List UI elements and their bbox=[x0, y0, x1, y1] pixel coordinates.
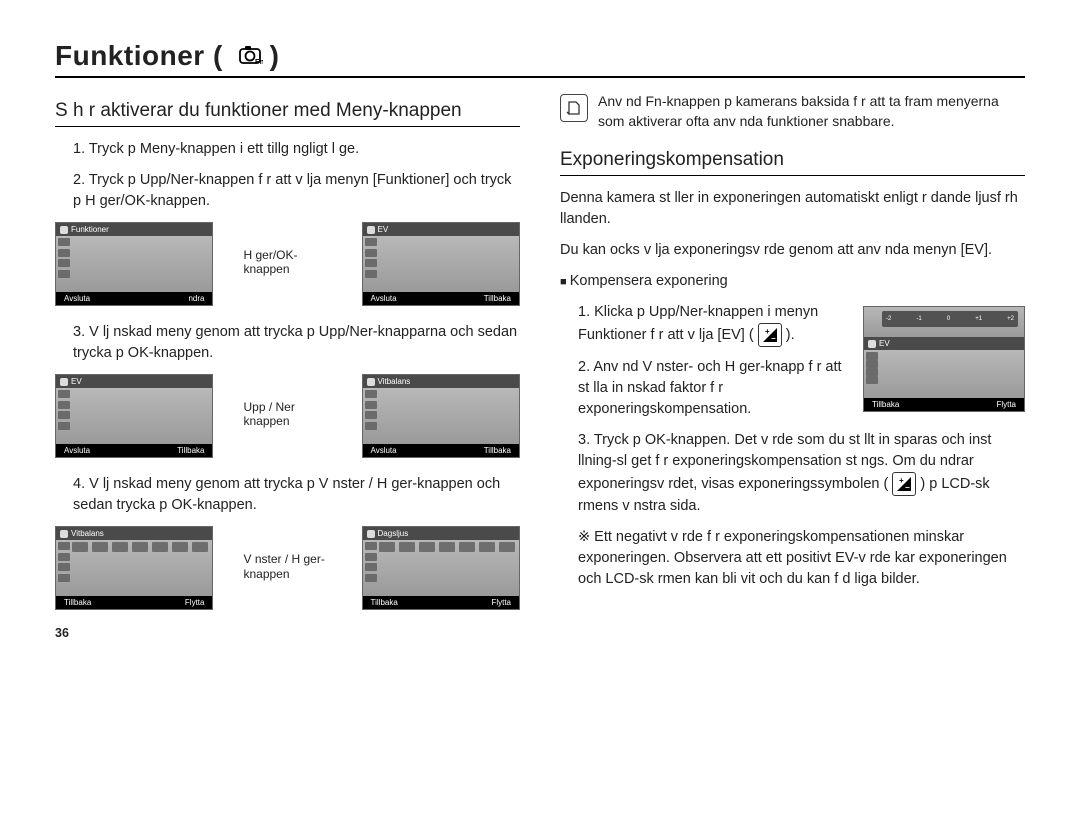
left-column: S h r aktiverar du funktioner med Meny-k… bbox=[55, 92, 520, 640]
shot-foot-right: Tillbaka bbox=[177, 446, 204, 455]
pair-label-3: V nster / H ger-knappen bbox=[243, 526, 331, 581]
pair-label-2: Upp / Ner knappen bbox=[243, 374, 331, 429]
title-text: Funktioner ( bbox=[55, 40, 223, 71]
step-1: 1. Tryck p Meny-knappen i ett tillg ngli… bbox=[55, 139, 520, 160]
step-3: 3. V lj nskad meny genom att trycka p Up… bbox=[55, 322, 520, 364]
page-title: Funktioner ( Fn ) bbox=[55, 40, 1025, 78]
camera-fn-icon: Fn bbox=[237, 45, 270, 70]
right-subhead: Exponeringskompensation bbox=[560, 149, 1025, 176]
shot-foot-right: Tillbaka bbox=[484, 446, 511, 455]
shot-title: Dagsljus bbox=[378, 529, 409, 538]
pair-label-1: H ger/OK-knappen bbox=[243, 222, 331, 277]
title-close: ) bbox=[270, 40, 280, 71]
ev-tick: +1 bbox=[975, 316, 982, 322]
ui-shot-ev-2: EV Avsluta Tillbaka bbox=[55, 374, 213, 458]
ev-step-3: 3. Tryck p OK-knappen. Det v rde som du … bbox=[560, 430, 1025, 517]
ev-intro-1: Denna kamera st ller in exponeringen aut… bbox=[560, 188, 1025, 230]
shot-foot-right: Tillbaka bbox=[484, 294, 511, 303]
ev-step-1a: 1. Klicka p Upp/Ner-knappen i menyn Funk… bbox=[578, 304, 818, 343]
ui-shot-ev-1: EV Avsluta Tillbaka bbox=[362, 222, 520, 306]
ui-shot-vitbalans-2: Vitbalans Tillbaka Flytta bbox=[55, 526, 213, 610]
shot-foot-left: Avsluta bbox=[64, 294, 90, 303]
shot-foot-left: Tillbaka bbox=[64, 598, 91, 607]
shot-foot-left: Avsluta bbox=[371, 446, 397, 455]
ui-shot-ev-scale: -2 -1 0 +1 +2 EV Tillbaka Flytta bbox=[863, 306, 1025, 412]
svg-text:Fn: Fn bbox=[255, 59, 263, 65]
ev-tick: 0 bbox=[947, 316, 950, 322]
ev-star-note: ※ Ett negativt v rde f r exponeringskomp… bbox=[560, 527, 1025, 590]
shot-title: Vitbalans bbox=[378, 377, 411, 386]
shot-foot-right: Flytta bbox=[996, 400, 1016, 409]
svg-text:−: − bbox=[905, 483, 910, 492]
shot-foot-right: Flytta bbox=[185, 598, 205, 607]
svg-text:−: − bbox=[771, 334, 776, 343]
shot-title: EV bbox=[378, 225, 389, 234]
shot-foot-left: Tillbaka bbox=[371, 598, 398, 607]
svg-text:+: + bbox=[899, 476, 904, 485]
shot-foot-right: Flytta bbox=[491, 598, 511, 607]
ui-shot-vitbalans-1: Vitbalans Avsluta Tillbaka bbox=[362, 374, 520, 458]
shot-title: EV bbox=[879, 339, 890, 348]
svg-text:+: + bbox=[765, 327, 770, 336]
step-4: 4. V lj nskad meny genom att trycka p V … bbox=[55, 474, 520, 516]
step-2: 2. Tryck p Upp/Ner-knappen f r att v lja… bbox=[55, 170, 520, 212]
left-subhead: S h r aktiverar du funktioner med Meny-k… bbox=[55, 100, 520, 127]
note-icon bbox=[560, 94, 588, 122]
fn-note: Anv nd Fn-knappen p kamerans baksida f r… bbox=[560, 92, 1025, 131]
shot-foot-left: Tillbaka bbox=[872, 400, 899, 409]
shot-foot-left: Avsluta bbox=[64, 446, 90, 455]
shot-title: Vitbalans bbox=[71, 529, 104, 538]
ev-bullet: Kompensera exponering bbox=[560, 271, 1025, 292]
right-column: Anv nd Fn-knappen p kamerans baksida f r… bbox=[560, 92, 1025, 640]
ev-plusminus-icon: +− bbox=[892, 472, 916, 496]
shot-title: Funktioner bbox=[71, 225, 109, 234]
ev-tick: -1 bbox=[916, 316, 921, 322]
ui-shot-dagsljus: Dagsljus Tillbaka Flytta bbox=[362, 526, 520, 610]
ev-tick: -2 bbox=[886, 316, 891, 322]
page-number: 36 bbox=[55, 626, 520, 640]
note-text: Anv nd Fn-knappen p kamerans baksida f r… bbox=[598, 92, 1025, 131]
shot-foot-right: ndra bbox=[188, 294, 204, 303]
ui-shot-funktioner: Funktioner Avsluta ndra bbox=[55, 222, 213, 306]
shot-title: EV bbox=[71, 377, 82, 386]
ev-tick: +2 bbox=[1007, 316, 1014, 322]
ev-plusminus-icon: +− bbox=[758, 323, 782, 347]
ev-intro-2: Du kan ocks v lja exponeringsv rde genom… bbox=[560, 240, 1025, 261]
ev-step-1b: ). bbox=[786, 327, 795, 343]
shot-foot-left: Avsluta bbox=[371, 294, 397, 303]
